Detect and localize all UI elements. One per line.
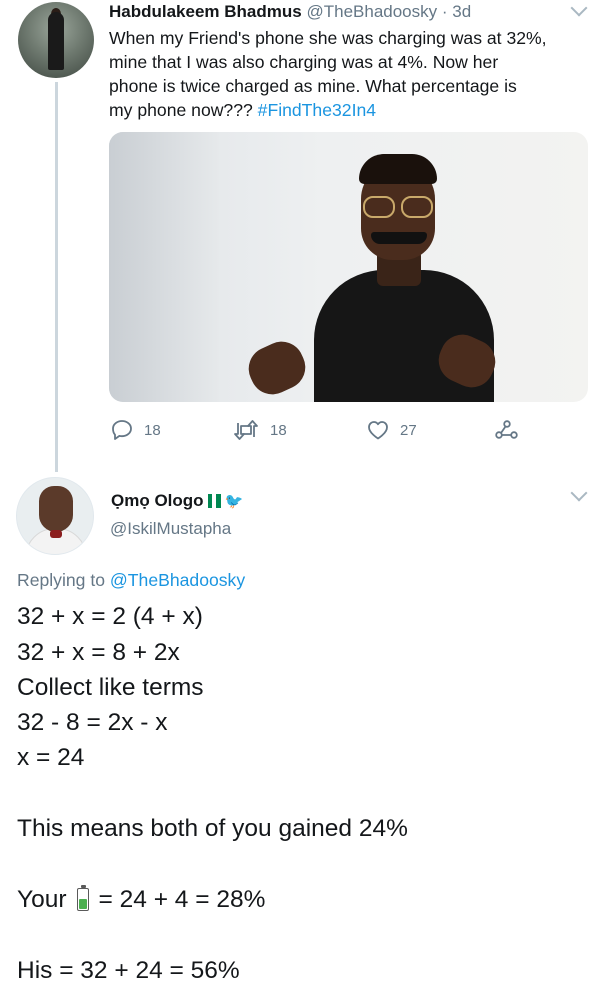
avatar-iskilmustapha[interactable] bbox=[16, 477, 94, 555]
chevron-down-icon[interactable] bbox=[570, 484, 588, 502]
nigeria-flag-icon bbox=[207, 494, 221, 508]
like-count: 27 bbox=[400, 421, 417, 439]
share-button[interactable] bbox=[494, 418, 518, 442]
reply-button[interactable]: 18 bbox=[110, 418, 161, 442]
tweet1-actions: 18 18 27 bbox=[0, 418, 605, 446]
tweet2-display-name[interactable]: Ọmọ Ologo 🐦 bbox=[111, 491, 243, 511]
like-button[interactable]: 27 bbox=[366, 418, 417, 442]
replying-mention[interactable]: @TheBhadoosky bbox=[110, 570, 245, 590]
tweet1-display-name[interactable]: Habdulakeem Bhadmus bbox=[109, 2, 302, 21]
your-label: Your bbox=[17, 886, 67, 913]
tweet1-photo[interactable] bbox=[109, 132, 588, 402]
replying-to: Replying to @TheBhadoosky bbox=[17, 570, 245, 591]
retweet-count: 18 bbox=[270, 421, 287, 439]
tweet2-line: 32 + x = 8 + 2x bbox=[17, 639, 180, 666]
tweet2-line: 32 - 8 = 2x - x bbox=[17, 709, 168, 736]
tweet2-line: Your = 24 + 4 = 28% bbox=[17, 884, 265, 916]
avatar-thebhadoosky[interactable] bbox=[18, 2, 94, 78]
tweet2-line: x = 24 bbox=[17, 744, 85, 771]
tweet1-text-line: When my Friend's phone she was charging … bbox=[109, 28, 547, 48]
tweet2-name-text: Ọmọ Ologo bbox=[111, 491, 204, 510]
your-equation: = 24 + 4 = 28% bbox=[98, 886, 266, 913]
tweet1-handle-time[interactable]: @TheBhadoosky · 3d bbox=[306, 2, 471, 21]
retweet-button[interactable]: 18 bbox=[232, 418, 287, 442]
retweet-icon bbox=[232, 418, 260, 442]
tweet1-text-line: phone is twice charged as mine. What per… bbox=[109, 76, 517, 96]
reply-count: 18 bbox=[144, 421, 161, 439]
tweet1-text: When my Friend's phone she was charging … bbox=[109, 26, 595, 122]
chevron-down-icon[interactable] bbox=[570, 0, 588, 17]
battery-icon bbox=[76, 885, 89, 911]
tweet1-header: Habdulakeem Bhadmus @TheBhadoosky · 3d bbox=[109, 2, 471, 22]
tweet1-text-line: my phone now??? #FindThe32In4 bbox=[109, 100, 377, 120]
tweet2-line: His = 32 + 24 = 56% bbox=[17, 957, 240, 984]
share-icon bbox=[494, 418, 518, 442]
tweet2-handle[interactable]: @IskilMustapha bbox=[110, 519, 231, 539]
tweet2-line: 32 + x = 2 (4 + x) bbox=[17, 603, 203, 630]
tweet1-text-line: mine that I was also charging was at 4%.… bbox=[109, 52, 499, 72]
like-icon bbox=[366, 418, 390, 442]
tweet2-line: Collect like terms bbox=[17, 674, 204, 701]
replying-prefix: Replying to bbox=[17, 570, 110, 590]
thread-line bbox=[55, 82, 58, 472]
tweet2-line: This means both of you gained 24% bbox=[17, 815, 408, 842]
hashtag-link[interactable]: #FindThe32In4 bbox=[258, 100, 376, 120]
bird-icon: 🐦 bbox=[224, 493, 244, 510]
reply-icon bbox=[110, 418, 134, 442]
